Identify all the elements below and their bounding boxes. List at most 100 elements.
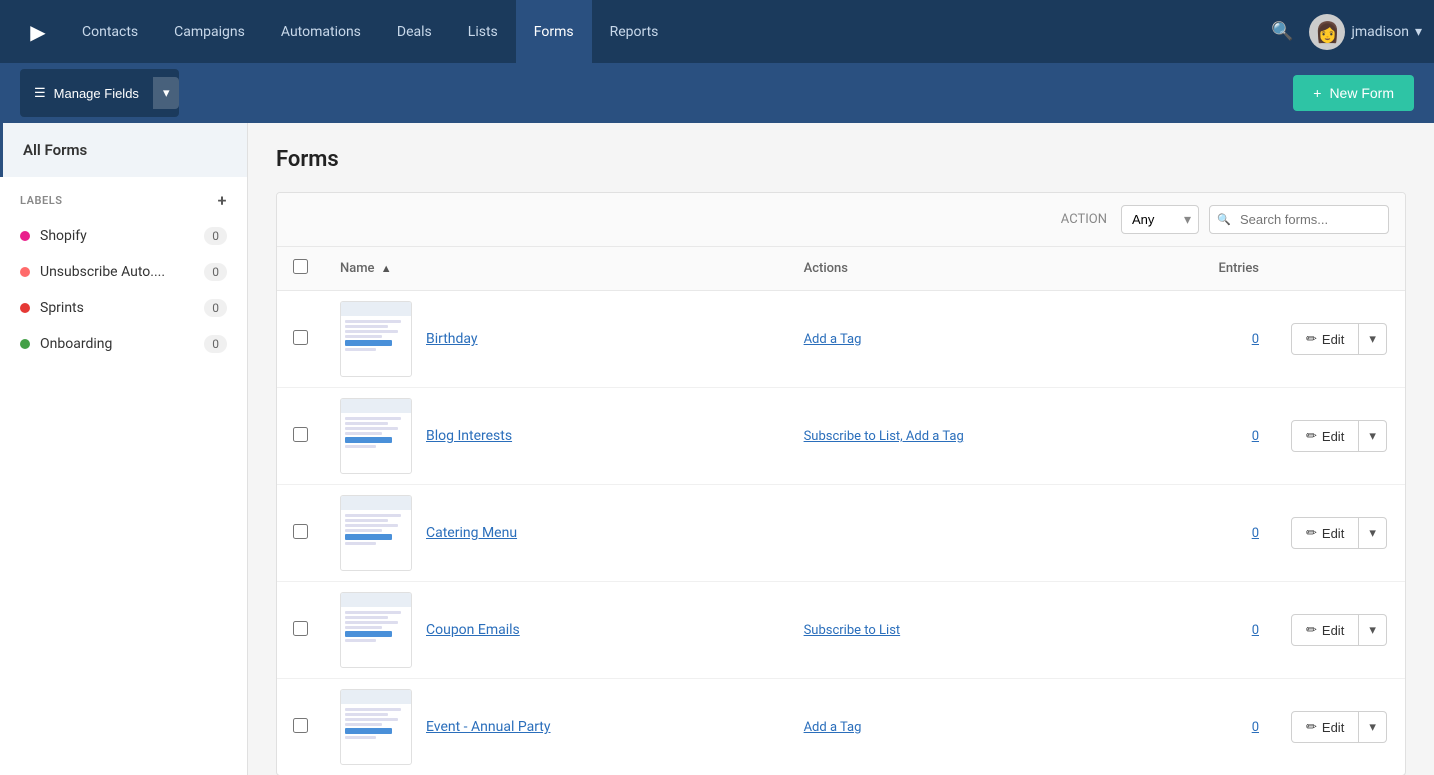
edit-button[interactable]: ✏ Edit [1291,420,1359,452]
label-name: Sprints [40,300,194,316]
row-name-cell: Birthday [324,291,788,388]
row-checkbox[interactable] [293,330,308,345]
label-name: Onboarding [40,336,194,352]
sidebar-labels-list: Shopify 0 Unsubscribe Auto.... 0 Sprints… [0,218,247,362]
nav-item-reports[interactable]: Reports [592,0,677,63]
user-dropdown-icon[interactable]: ▾ [1415,24,1422,40]
sidebar-label-sprints[interactable]: Sprints 0 [0,290,247,326]
col-header-name: Name ▲ [324,247,788,291]
edit-dropdown-button[interactable]: ▾ [1359,517,1387,549]
form-name-link[interactable]: Catering Menu [426,525,517,541]
label-count: 0 [204,263,227,281]
form-action-link[interactable]: Add a Tag [804,332,862,347]
entries-count[interactable]: 0 [1252,332,1259,347]
edit-dropdown-button[interactable]: ▾ [1359,323,1387,355]
sidebar: All Forms LABELS + Shopify 0 Unsubscribe… [0,123,248,775]
table-row: Event - Annual Party Add a Tag 0 ✏ Edit … [277,679,1405,775]
manage-fields-label: Manage Fields [54,86,139,101]
sidebar-label-onboarding[interactable]: Onboarding 0 [0,326,247,362]
table-toolbar: ACTION AnyDeleteExport [277,193,1405,247]
nav-item-deals[interactable]: Deals [379,0,450,63]
name-thumb-group: Blog Interests [340,388,772,484]
entries-count[interactable]: 0 [1252,526,1259,541]
edit-button-group: ✏ Edit ▾ [1291,614,1389,646]
nav-item-contacts[interactable]: Contacts [64,0,156,63]
name-thumb-group: Birthday [340,291,772,387]
form-action-link[interactable]: Subscribe to List [804,623,901,638]
form-thumbnail [340,301,412,377]
nav-logo-icon[interactable]: ▶ [12,0,64,63]
edit-pencil-icon: ✏ [1306,719,1317,735]
form-action-link[interactable]: Add a Tag [804,720,862,735]
row-checkbox[interactable] [293,718,308,733]
form-action-link[interactable]: Subscribe to List, Add a Tag [804,429,964,444]
edit-dropdown-button[interactable]: ▾ [1359,614,1387,646]
row-edit-cell: ✏ Edit ▾ [1275,485,1405,582]
sidebar-label-shopify[interactable]: Shopify 0 [0,218,247,254]
search-icon[interactable]: 🔍 [1271,21,1293,42]
manage-fields-button[interactable]: ☰ Manage Fields ▾ [20,69,179,117]
forms-table-wrapper: ACTION AnyDeleteExport Name [276,192,1406,775]
name-thumb-group: Event - Annual Party [340,679,772,775]
sidebar-item-all-forms[interactable]: All Forms [0,123,247,177]
nav-item-lists[interactable]: Lists [450,0,516,63]
name-thumb-group: Coupon Emails [340,582,772,678]
edit-button[interactable]: ✏ Edit [1291,323,1359,355]
nav-user[interactable]: 👩 jmadison ▾ [1309,14,1422,50]
label-dot-icon [20,231,30,241]
entries-count[interactable]: 0 [1252,429,1259,444]
forms-list: Birthday Add a Tag 0 ✏ Edit ▾ Blog In [277,291,1405,775]
table-row: Catering Menu 0 ✏ Edit ▾ [277,485,1405,582]
edit-button[interactable]: ✏ Edit [1291,711,1359,743]
new-form-button[interactable]: + New Form [1293,75,1414,111]
search-input[interactable] [1209,205,1389,234]
form-name-link[interactable]: Event - Annual Party [426,719,551,735]
row-checkbox[interactable] [293,524,308,539]
sidebar-label-unsubscribe-auto....[interactable]: Unsubscribe Auto.... 0 [0,254,247,290]
manage-fields-list-icon: ☰ [34,85,46,101]
row-entries-cell: 0 [1155,485,1275,582]
name-thumb-group: Catering Menu [340,485,772,581]
label-dot-icon [20,303,30,313]
row-actions-cell: Add a Tag [788,679,1155,775]
nav-item-campaigns[interactable]: Campaigns [156,0,263,63]
label-dot-icon [20,339,30,349]
select-all-checkbox[interactable] [293,259,308,274]
col-header-actions: Actions [788,247,1155,291]
action-select[interactable]: AnyDeleteExport [1121,205,1199,234]
row-entries-cell: 0 [1155,388,1275,485]
row-actions-cell: Add a Tag [788,291,1155,388]
avatar: 👩 [1309,14,1345,50]
sidebar-labels-section: LABELS + [0,177,247,218]
row-name-cell: Blog Interests [324,388,788,485]
entries-count[interactable]: 0 [1252,720,1259,735]
row-checkbox-cell [277,291,324,388]
top-nav: ▶ ContactsCampaignsAutomationsDealsLists… [0,0,1434,63]
label-count: 0 [204,299,227,317]
label-dot-icon [20,267,30,277]
manage-fields-dropdown-icon[interactable]: ▾ [153,77,180,109]
search-wrap [1209,205,1389,234]
row-checkbox-cell [277,679,324,775]
row-checkbox[interactable] [293,427,308,442]
table-head: Name ▲ Actions Entries [277,247,1405,291]
edit-dropdown-button[interactable]: ▾ [1359,711,1387,743]
entries-count[interactable]: 0 [1252,623,1259,638]
name-sort-icon[interactable]: ▲ [381,262,392,275]
edit-button[interactable]: ✏ Edit [1291,614,1359,646]
label-name: Unsubscribe Auto.... [40,264,194,280]
edit-button[interactable]: ✏ Edit [1291,517,1359,549]
edit-dropdown-button[interactable]: ▾ [1359,420,1387,452]
form-name-link[interactable]: Coupon Emails [426,622,520,638]
row-checkbox[interactable] [293,621,308,636]
add-label-icon[interactable]: + [218,191,227,210]
edit-pencil-icon: ✏ [1306,428,1317,444]
form-name-link[interactable]: Birthday [426,331,478,347]
labels-header-text: LABELS [20,194,63,207]
form-name-link[interactable]: Blog Interests [426,428,512,444]
row-actions-cell: Subscribe to List, Add a Tag [788,388,1155,485]
nav-item-automations[interactable]: Automations [263,0,379,63]
nav-item-forms[interactable]: Forms [516,0,592,63]
action-label: ACTION [1061,212,1107,227]
label-name: Shopify [40,228,194,244]
